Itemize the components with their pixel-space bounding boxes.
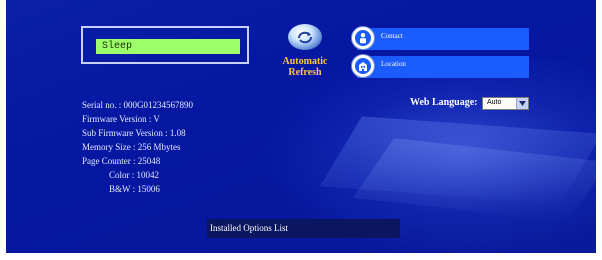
firmware-version: Firmware Version : V: [82, 114, 160, 124]
contact-button[interactable]: Contact: [351, 26, 529, 50]
web-language-value[interactable]: Auto: [487, 99, 501, 106]
status-panel: Sleep: [81, 26, 249, 64]
automatic-refresh-button[interactable]: Automatic Refresh: [278, 24, 332, 78]
status-display: Sleep: [96, 39, 240, 54]
serial-number: Serial no. : 000G01234567890: [82, 100, 193, 110]
refresh-label-line1[interactable]: Automatic: [278, 56, 332, 67]
web-language-label: Web Language:: [410, 97, 478, 108]
location-button[interactable]: Location: [351, 54, 529, 78]
refresh-icon[interactable]: [288, 24, 322, 50]
location-label[interactable]: Location: [381, 60, 406, 68]
web-language-select[interactable]: Auto: [482, 97, 529, 110]
chevron-down-icon[interactable]: [516, 98, 528, 109]
page-counter: Page Counter : 25048: [82, 156, 161, 166]
main-panel: Sleep Automatic Refresh Contact Location…: [6, 0, 596, 253]
device-info: Serial no. : 000G01234567890 Firmware Ve…: [82, 98, 193, 196]
location-icon[interactable]: [351, 54, 375, 78]
contact-icon[interactable]: [351, 26, 375, 50]
contact-label[interactable]: Contact: [381, 32, 403, 40]
refresh-label-line2[interactable]: Refresh: [278, 67, 332, 78]
color-count: Color : 10042: [109, 170, 160, 180]
installed-options-list-link[interactable]: Installed Options List: [207, 219, 400, 238]
memory-size: Memory Size : 256 Mbytes: [82, 142, 181, 152]
refresh-label[interactable]: Automatic Refresh: [278, 56, 332, 78]
bw-count: B&W : 15006: [109, 184, 160, 194]
sub-firmware-version: Sub Firmware Version : 1.08: [82, 128, 186, 138]
